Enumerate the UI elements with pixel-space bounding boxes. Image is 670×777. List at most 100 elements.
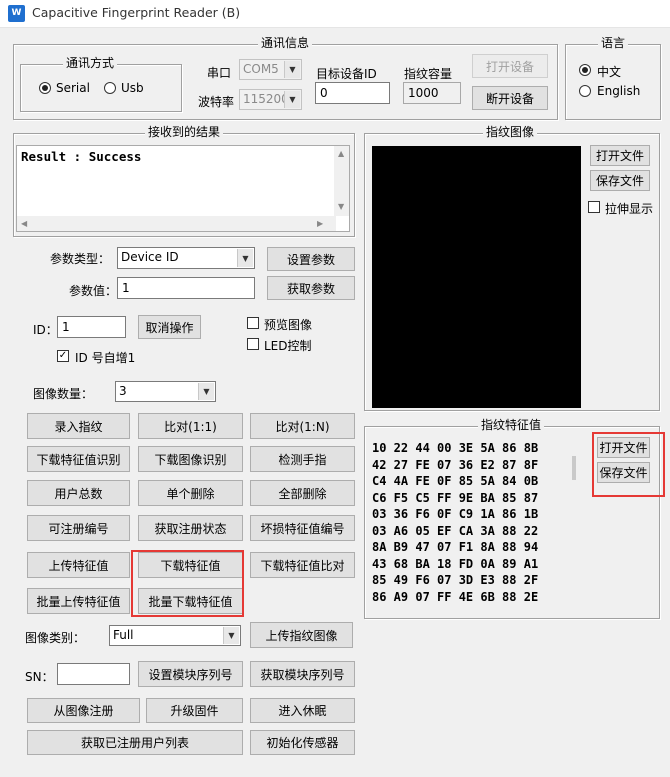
cancel-operation-button[interactable]: 取消操作 <box>138 315 201 339</box>
param-type-value: Device ID <box>121 250 179 264</box>
download-feature-identify-button[interactable]: 下载特征值识别 <box>27 446 130 472</box>
hex-line: 03 A6 05 EF CA 3A 88 22 <box>372 523 539 538</box>
scroll-up-icon[interactable]: ▲ <box>338 149 344 158</box>
available-id-button[interactable]: 可注册编号 <box>27 515 130 541</box>
init-sensor-button[interactable]: 初始化传感器 <box>250 730 355 755</box>
id-label: ID： <box>33 323 58 337</box>
enter-sleep-button[interactable]: 进入休眠 <box>250 698 355 723</box>
param-type-select[interactable]: Device ID ▼ <box>117 247 255 269</box>
image-count-label: 图像数量： <box>33 387 94 401</box>
title-bar: W Capacitive Fingerprint Reader (B) <box>0 0 670 28</box>
led-label: LED控制 <box>264 339 312 353</box>
hex-line: 03 36 F6 0F C9 1A 86 1B <box>372 507 539 521</box>
get-serial-number-button[interactable]: 获取模块序列号 <box>250 661 355 687</box>
stretch-checkbox[interactable] <box>588 201 600 213</box>
user-total-button[interactable]: 用户总数 <box>27 480 130 506</box>
language-title: 语言 <box>598 36 629 50</box>
chinese-label: 中文 <box>597 65 622 79</box>
chevron-down-icon: ▼ <box>284 91 300 108</box>
baud-select[interactable]: 115200 ▼ <box>239 89 302 110</box>
upgrade-firmware-button[interactable]: 升级固件 <box>146 698 243 723</box>
get-registered-users-button[interactable]: 获取已注册用户列表 <box>27 730 243 755</box>
highlight-box <box>131 550 244 617</box>
close-device-button[interactable]: 断开设备 <box>472 86 548 110</box>
image-type-value: Full <box>113 628 134 642</box>
serial-label: Serial <box>56 81 90 95</box>
set-serial-number-button[interactable]: 设置模块序列号 <box>138 661 243 687</box>
chevron-down-icon: ▼ <box>223 627 239 644</box>
damaged-feature-id-button[interactable]: 坏损特征值编号 <box>250 515 355 541</box>
led-checkbox[interactable] <box>247 338 259 350</box>
hex-line: C6 F5 C5 FF 9E BA 85 87 <box>372 490 539 505</box>
match-1-n-button[interactable]: 比对(1:N) <box>250 413 355 439</box>
result-hscrollbar[interactable]: ◀ ▶ <box>17 216 336 231</box>
result-textarea[interactable]: Result : Success ▲ ▼ ◀ ▶ <box>16 145 350 232</box>
port-value: COM5 <box>243 62 279 76</box>
download-feature-match-button[interactable]: 下载特征值比对 <box>250 552 355 578</box>
scroll-down-icon[interactable]: ▼ <box>338 202 344 211</box>
usb-label: Usb <box>121 81 144 95</box>
preview-label: 预览图像 <box>264 318 313 332</box>
comm-group-title: 通讯信息 <box>258 36 313 50</box>
english-radio[interactable] <box>579 85 591 97</box>
upload-fingerprint-image-button[interactable]: 上传指纹图像 <box>250 622 353 648</box>
hex-line: 85 49 F6 07 3D E3 88 2F <box>372 573 539 587</box>
capacity-label: 指纹容量 <box>404 67 453 81</box>
image-title: 指纹图像 <box>483 125 538 139</box>
fingerprint-image <box>372 146 581 408</box>
image-count-select[interactable]: 3 ▼ <box>115 381 216 402</box>
scroll-left-icon[interactable]: ◀ <box>21 219 27 228</box>
sn-input[interactable] <box>57 663 130 685</box>
feature-title: 指纹特征值 <box>478 418 545 432</box>
get-enroll-status-button[interactable]: 获取注册状态 <box>138 515 243 541</box>
port-select[interactable]: COM5 ▼ <box>239 59 302 80</box>
image-type-select[interactable]: Full ▼ <box>109 625 241 646</box>
result-text: Result : Success <box>21 149 142 164</box>
download-image-identify-button[interactable]: 下载图像识别 <box>138 446 243 472</box>
highlight-box <box>592 432 665 497</box>
auto-increment-label: ID 号自增1 <box>75 351 136 365</box>
port-label: 串口 <box>207 66 232 80</box>
get-param-button[interactable]: 获取参数 <box>267 276 355 300</box>
comm-mode-title: 通讯方式 <box>63 56 118 70</box>
stretch-label: 拉伸显示 <box>605 202 654 216</box>
usb-radio[interactable] <box>104 82 116 94</box>
serial-radio[interactable] <box>39 82 51 94</box>
enroll-fingerprint-button[interactable]: 录入指纹 <box>27 413 130 439</box>
baud-label: 波特率 <box>198 95 235 109</box>
match-1-1-button[interactable]: 比对(1:1) <box>138 413 243 439</box>
sn-label: SN： <box>25 670 54 684</box>
hex-line: 43 68 BA 18 FD 0A 89 A1 <box>372 556 539 571</box>
hex-line: 86 A9 07 FF 4E 6B 88 2E <box>372 589 539 604</box>
param-type-label: 参数类型： <box>50 252 111 266</box>
upload-feature-button[interactable]: 上传特征值 <box>27 552 130 578</box>
enroll-from-image-button[interactable]: 从图像注册 <box>27 698 140 723</box>
chevron-down-icon: ▼ <box>198 383 214 400</box>
image-open-file-button[interactable]: 打开文件 <box>590 145 650 166</box>
language-group <box>565 44 661 120</box>
set-param-button[interactable]: 设置参数 <box>267 247 355 271</box>
hex-line: 8A B9 47 07 F1 8A 88 94 <box>372 540 539 554</box>
target-id-input[interactable]: 0 <box>315 82 390 104</box>
auto-increment-checkbox[interactable]: ✓ <box>57 350 69 362</box>
baud-value: 115200 <box>243 92 289 106</box>
detect-finger-button[interactable]: 检测手指 <box>250 446 355 472</box>
id-input[interactable]: 1 <box>57 316 126 338</box>
scroll-right-icon[interactable]: ▶ <box>317 219 323 228</box>
app-logo-icon: W <box>8 5 25 22</box>
chinese-radio[interactable] <box>579 64 591 76</box>
result-vscrollbar[interactable]: ▲ ▼ <box>334 146 349 216</box>
delete-single-button[interactable]: 单个删除 <box>138 480 243 506</box>
preview-checkbox[interactable] <box>247 317 259 329</box>
delete-all-button[interactable]: 全部删除 <box>250 480 355 506</box>
batch-upload-feature-button[interactable]: 批量上传特征值 <box>27 588 130 614</box>
image-save-file-button[interactable]: 保存文件 <box>590 170 650 191</box>
feature-scrollbar-thumb[interactable] <box>572 456 576 480</box>
hex-line: 42 27 FE 07 36 E2 87 8F <box>372 457 539 472</box>
chevron-down-icon: ▼ <box>237 249 253 267</box>
open-device-button[interactable]: 打开设备 <box>472 54 548 78</box>
param-value-input[interactable]: 1 <box>117 277 255 299</box>
param-value-label: 参数值： <box>69 284 118 298</box>
result-title: 接收到的结果 <box>145 125 224 139</box>
image-type-label: 图像类别： <box>25 631 86 645</box>
